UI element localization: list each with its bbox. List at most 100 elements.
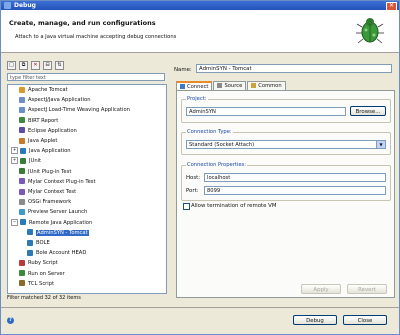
- chevron-down-icon[interactable]: ▼: [376, 141, 385, 148]
- connect-tab-panel: Project: AdminSYN Browse... Connection T…: [176, 90, 395, 298]
- launch-type-icon: [27, 249, 33, 256]
- launch-type-icon: [19, 280, 25, 287]
- tree-item[interactable]: Mylar Context Plug-in Test: [19, 178, 96, 186]
- allow-termination-checkbox[interactable]: [183, 203, 190, 210]
- tree-item-label: Run on Server: [28, 270, 65, 277]
- browse-button[interactable]: Browse...: [350, 106, 386, 116]
- tree-item[interactable]: Apache Tomcat: [19, 86, 68, 94]
- project-group: Project: AdminSYN Browse...: [181, 96, 391, 123]
- tree-item-label: TCL Script: [28, 280, 55, 287]
- launch-type-icon: [19, 117, 25, 124]
- connection-type-legend: Connection Type:: [186, 129, 233, 135]
- duplicate-icon[interactable]: ⧉: [19, 61, 28, 70]
- host-field[interactable]: localhost: [204, 173, 386, 182]
- launch-type-icon: [19, 86, 25, 93]
- port-field[interactable]: 8099: [204, 186, 386, 195]
- tree-item[interactable]: Preview Server Launch: [19, 208, 87, 216]
- connection-type-select[interactable]: Standard (Socket Attach) ▼: [186, 140, 386, 149]
- tree-item[interactable]: Ruby Script: [19, 259, 58, 267]
- expand-icon[interactable]: +: [11, 157, 18, 165]
- port-label: Port:: [186, 188, 199, 194]
- config-toolbar: □ ⧉ ✕ ⊟ ⇅: [7, 61, 64, 70]
- host-label: Host:: [186, 175, 201, 181]
- tree-item[interactable]: Java Applet: [19, 137, 57, 145]
- tree-item[interactable]: Eclipse Application: [19, 127, 77, 135]
- tree-item[interactable]: AdminSYN - Tomcat: [27, 229, 89, 237]
- tab-label: Common: [258, 83, 282, 89]
- launch-type-icon: [27, 239, 33, 246]
- tree-item[interactable]: OSGi Framework: [19, 198, 71, 206]
- name-field[interactable]: AdminSYN - Tomcat: [196, 64, 392, 73]
- tree-item-label: Preview Server Launch: [28, 209, 88, 216]
- tree-item[interactable]: Mylar Context Test: [19, 188, 76, 196]
- tree-item-label: Eclipse Application: [28, 127, 77, 134]
- tree-item[interactable]: + JUnit: [11, 157, 41, 165]
- connection-properties-group: Connection Properties: Host: localhost P…: [181, 162, 391, 201]
- tree-item[interactable]: + Java Application: [11, 147, 71, 155]
- launch-type-icon: [19, 106, 25, 113]
- tree-item-label: Apache Tomcat: [28, 87, 68, 93]
- header-banner: Create, manage, and run configurations A…: [1, 10, 399, 53]
- launch-config-pane: □ ⧉ ✕ ⊟ ⇅ type filter text Apache Tomcat Aspe…: [5, 59, 169, 304]
- apply-button[interactable]: Apply: [301, 284, 341, 294]
- launch-type-icon: [19, 270, 25, 277]
- tree-item[interactable]: AspectJ/Java Application: [19, 96, 91, 104]
- help-icon[interactable]: ?: [7, 317, 14, 324]
- connection-type-value: Standard (Socket Attach): [189, 142, 255, 148]
- debug-dialog: Debug ✕ Create, manage, and run configur…: [0, 0, 400, 335]
- connect-icon: [180, 84, 185, 89]
- tree-item-label: Mylar Context Test: [28, 189, 77, 195]
- project-field[interactable]: AdminSYN: [186, 107, 346, 116]
- new-config-icon[interactable]: □: [7, 61, 16, 70]
- launch-type-icon: [19, 198, 25, 205]
- launch-type-icon: [20, 219, 26, 226]
- tree-item-label: BIRT Report: [28, 117, 59, 124]
- filter-icon[interactable]: ⇅: [55, 61, 64, 70]
- tree-item[interactable]: − Remote Java Application: [11, 218, 92, 227]
- tree-item[interactable]: BIRT Report: [19, 117, 58, 125]
- tree-item[interactable]: TCL Script: [19, 280, 54, 288]
- tree-item[interactable]: Bole Account HEAD: [27, 249, 86, 257]
- bug-icon: [356, 18, 384, 44]
- tree-item-label: BOLE: [36, 240, 50, 246]
- tree-item[interactable]: Run on Server: [19, 270, 65, 278]
- source-icon: [217, 83, 223, 88]
- banner-heading: Create, manage, and run configurations: [9, 19, 156, 27]
- delete-icon[interactable]: ✕: [31, 61, 40, 70]
- debug-button[interactable]: Debug: [293, 315, 337, 325]
- tree-item[interactable]: AspectJ Load-Time Weaving Application: [19, 106, 130, 114]
- launch-type-icon: [27, 229, 33, 236]
- tree-item-label: AspectJ Load-Time Weaving Application: [28, 107, 130, 114]
- banner-subtext: Attach to a Java virtual machine accepti…: [15, 34, 177, 40]
- close-button[interactable]: Close: [343, 315, 387, 325]
- tree-item-label: Java Applet: [28, 138, 58, 144]
- launch-type-icon: [20, 147, 26, 154]
- config-tree[interactable]: Apache Tomcat AspectJ/Java Application Asp…: [7, 84, 167, 294]
- expand-icon[interactable]: +: [11, 147, 18, 155]
- title-bar: Debug ✕: [1, 1, 399, 11]
- tree-item[interactable]: BOLE: [27, 239, 50, 247]
- launch-type-icon: [19, 178, 25, 185]
- debug-window-icon: [4, 2, 11, 9]
- tree-item-label: JUnit Plug-in Test: [28, 168, 72, 175]
- filter-status: Filter matched 32 of 32 items: [7, 295, 81, 301]
- allow-termination-label: Allow termination of remote VM: [191, 203, 277, 209]
- collapse-icon[interactable]: −: [11, 218, 18, 226]
- tree-item-label: AdminSYN - Tomcat: [36, 229, 89, 236]
- connection-properties-legend: Connection Properties:: [186, 162, 247, 168]
- revert-button[interactable]: Revert: [347, 284, 387, 294]
- name-label: Name:: [174, 67, 192, 73]
- launch-type-icon: [19, 188, 25, 195]
- dialog-button-bar: ? Debug Close: [1, 307, 399, 335]
- tree-item-label: AspectJ/Java Application: [28, 97, 91, 104]
- window-title: Debug: [14, 2, 36, 9]
- tree-item[interactable]: JUnit Plug-in Test: [19, 168, 71, 176]
- launch-type-icon: [19, 259, 25, 266]
- tree-item-label: Ruby Script: [28, 260, 58, 267]
- tree-item-label: JUnit: [29, 158, 42, 165]
- filter-input[interactable]: type filter text: [7, 73, 165, 81]
- launch-type-icon: [19, 137, 25, 144]
- collapse-icon[interactable]: ⊟: [43, 61, 52, 70]
- tree-item-label: OSGi Framework: [28, 199, 72, 206]
- launch-type-icon: [19, 127, 25, 134]
